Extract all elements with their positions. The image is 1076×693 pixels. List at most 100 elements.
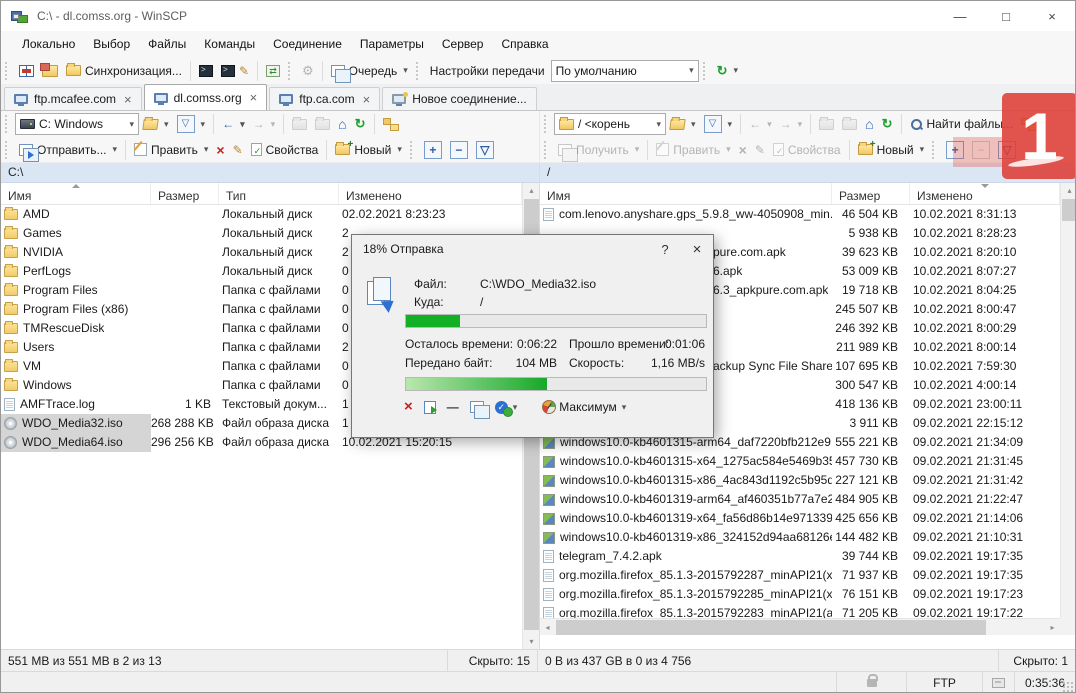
- minimize-dialog-button[interactable]: —: [447, 400, 459, 414]
- left-refresh-button[interactable]: ↻: [351, 116, 370, 132]
- new-dropdown-left[interactable]: ▾: [397, 144, 402, 155]
- right-path-combo[interactable]: / <корень ▾: [554, 113, 666, 135]
- menu-item-Выбор[interactable]: Выбор: [84, 31, 139, 57]
- right-tree-button[interactable]: [1017, 116, 1040, 132]
- rename-button-right[interactable]: ✎: [751, 142, 769, 158]
- synchronize-button[interactable]: Синхронизация...: [62, 62, 186, 80]
- queue-button[interactable]: Очередь ▾: [327, 62, 412, 83]
- filter-dropdown[interactable]: ▾: [201, 119, 206, 130]
- queue-dropdown-icon[interactable]: ▾: [403, 65, 408, 76]
- menu-item-Файлы[interactable]: Файлы: [139, 31, 195, 57]
- properties-button-right[interactable]: Свойства: [769, 141, 845, 159]
- edit-dropdown-left[interactable]: ▾: [204, 144, 209, 155]
- preferences-button[interactable]: ⚙: [298, 62, 318, 79]
- right-open-dir-button[interactable]: ▾: [666, 117, 700, 132]
- speed-limit-button[interactable]: Максимум ▾: [542, 400, 626, 414]
- custom-command-button[interactable]: ✎: [217, 63, 253, 79]
- column-header-Размер[interactable]: Размер: [151, 183, 219, 204]
- compare-panels-button[interactable]: [15, 63, 38, 79]
- menu-item-Соединение[interactable]: Соединение: [264, 31, 351, 57]
- cmd-grip-left[interactable]: [5, 140, 12, 159]
- right-forward-button[interactable]: → ▾: [776, 115, 807, 133]
- select-remove-button-left[interactable]: −: [446, 139, 472, 161]
- local-path-bar[interactable]: C:\: [1, 163, 539, 183]
- move-to-background-button[interactable]: [469, 401, 490, 419]
- menu-item-Сервер[interactable]: Сервер: [433, 31, 493, 57]
- rename-button-left[interactable]: ✎: [229, 142, 247, 158]
- file-row[interactable]: windows10.0-kb4601319-x64_fa56d86b14e971…: [540, 509, 1060, 528]
- column-header-Изменено[interactable]: Изменено: [339, 183, 522, 204]
- select-add-button-left[interactable]: +: [420, 139, 446, 161]
- menu-item-Параметры[interactable]: Параметры: [351, 31, 433, 57]
- console-button[interactable]: [195, 63, 217, 79]
- column-header-Размер[interactable]: Размер: [832, 183, 910, 204]
- right-vertical-scrollbar[interactable]: ▴ ▾: [1060, 183, 1075, 635]
- filter-dropdown-r[interactable]: ▾: [728, 119, 733, 130]
- nav-grip-right[interactable]: [544, 115, 551, 133]
- left-root-dir-button[interactable]: [311, 116, 334, 132]
- file-row[interactable]: org.mozilla.firefox_85.1.3-2015792283_mi…: [540, 604, 1060, 618]
- mirror-mode-button[interactable]: ⇄: [262, 63, 284, 79]
- session-tab-Новое соединение...[interactable]: Новое соединение...: [382, 87, 537, 110]
- server-status[interactable]: [983, 672, 1015, 692]
- right-back-button[interactable]: ← ▾: [745, 115, 776, 133]
- column-header-Имя[interactable]: Имя: [540, 183, 832, 204]
- right-parent-dir-button[interactable]: [815, 116, 838, 132]
- right-root-dir-button[interactable]: [838, 116, 861, 132]
- resize-grip[interactable]: [1062, 681, 1074, 692]
- upload-dropdown[interactable]: ▾: [113, 144, 118, 155]
- select-add-button-right[interactable]: +: [942, 139, 968, 161]
- new-button-left[interactable]: Новый ▾: [331, 139, 406, 159]
- maximize-button[interactable]: □: [983, 1, 1029, 31]
- properties-button-left[interactable]: Свойства: [247, 141, 323, 159]
- speed-limit-dropdown[interactable]: ▾: [622, 402, 627, 413]
- delete-button-left[interactable]: ×: [212, 141, 228, 159]
- column-header-Тип[interactable]: Тип: [219, 183, 339, 204]
- left-home-button[interactable]: ⌂: [334, 116, 350, 132]
- once-done-button[interactable]: ✓ ▾: [494, 400, 518, 417]
- right-hscroll-thumb[interactable]: [556, 620, 986, 635]
- edit-dropdown-right[interactable]: ▾: [726, 144, 731, 155]
- selection-filter-button-right[interactable]: ▽: [994, 139, 1020, 161]
- left-tree-button[interactable]: [379, 116, 402, 132]
- edit-button-right[interactable]: Править ▾: [652, 141, 734, 159]
- transfer-dialog-titlebar[interactable]: 18% Отправка ? ×: [352, 235, 713, 263]
- session-tab-ftp.ca.com[interactable]: ftp.ca.com ×: [269, 87, 381, 110]
- scroll-up-icon-r[interactable]: ▴: [1061, 183, 1075, 198]
- scroll-right-icon[interactable]: ▸: [1045, 619, 1060, 636]
- tab-close-icon[interactable]: ×: [250, 90, 258, 105]
- file-row[interactable]: windows10.0-kb4601315-x86_4ac843d1192c5b…: [540, 471, 1060, 490]
- remote-path-bar[interactable]: /: [540, 163, 1075, 183]
- right-scroll-thumb[interactable]: [1062, 199, 1075, 221]
- left-back-button[interactable]: ← ▾: [218, 115, 249, 133]
- open-dir-dropdown[interactable]: ▾: [164, 119, 169, 130]
- cmd-grip-left2[interactable]: [409, 140, 417, 159]
- forward-dropdown[interactable]: ▾: [271, 119, 276, 130]
- download-dropdown[interactable]: ▾: [635, 144, 640, 155]
- back-dropdown[interactable]: ▾: [240, 119, 245, 130]
- right-filter-button[interactable]: ▽ ▾: [700, 113, 737, 135]
- menu-item-Локально[interactable]: Локально: [13, 31, 84, 57]
- scroll-up-icon[interactable]: ▴: [523, 183, 540, 198]
- selection-filter-button-left[interactable]: ▽: [472, 139, 498, 161]
- edit-button-left[interactable]: Править ▾: [130, 141, 212, 159]
- left-forward-button[interactable]: → ▾: [249, 115, 280, 133]
- new-button-right[interactable]: Новый ▾: [854, 139, 929, 159]
- session-tab-dl.comss.org[interactable]: dl.comss.org ×: [143, 84, 268, 110]
- dialog-help-button[interactable]: ?: [649, 235, 681, 263]
- select-remove-button-right[interactable]: −: [968, 139, 994, 161]
- forward-dropdown-r[interactable]: ▾: [798, 119, 803, 130]
- menu-item-Команды[interactable]: Команды: [195, 31, 264, 57]
- refresh-session-button[interactable]: ↻ ▾: [713, 63, 742, 79]
- right-home-button[interactable]: ⌂: [861, 116, 877, 132]
- upload-button[interactable]: Отправить... ▾: [15, 141, 121, 162]
- new-dropdown-right[interactable]: ▾: [920, 144, 925, 155]
- once-done-dropdown[interactable]: ▾: [513, 402, 518, 413]
- column-header-Имя[interactable]: Имя: [1, 183, 151, 204]
- file-row[interactable]: org.mozilla.firefox_85.1.3-2015792287_mi…: [540, 566, 1060, 585]
- scroll-left-icon[interactable]: ◂: [540, 619, 555, 636]
- toolbar-grip[interactable]: [5, 61, 12, 80]
- file-row[interactable]: AMD Локальный диск 02.02.2021 8:23:23: [1, 205, 522, 224]
- tab-close-icon[interactable]: ×: [363, 92, 371, 107]
- toolbar-grip4[interactable]: [702, 61, 710, 80]
